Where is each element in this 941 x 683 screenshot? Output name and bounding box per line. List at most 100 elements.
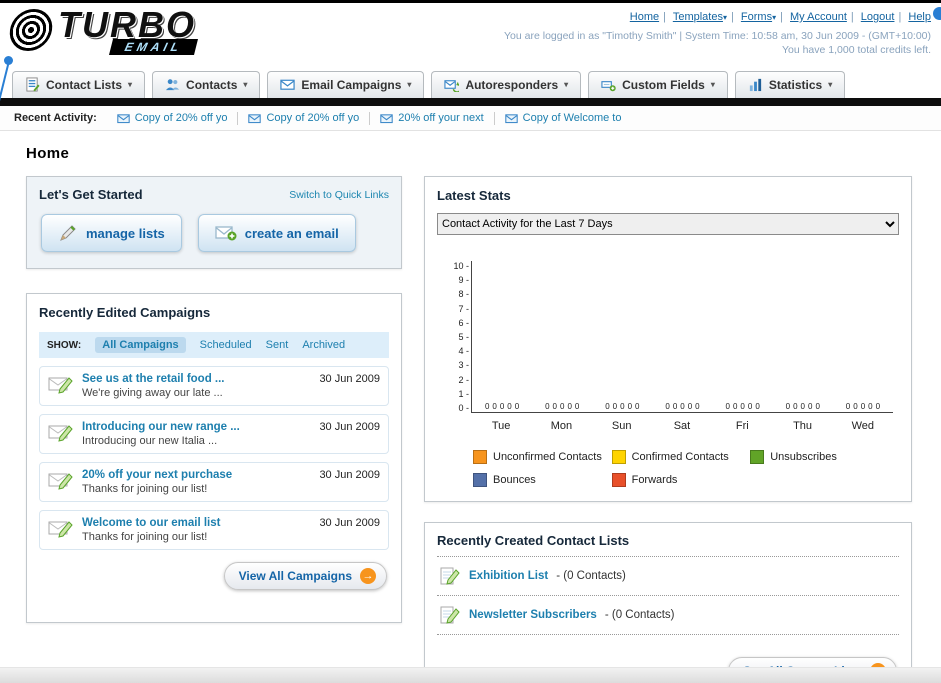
view-all-campaigns-button[interactable]: View All Campaigns → — [223, 562, 387, 590]
campaign-title[interactable]: Introducing our new range ... — [82, 421, 311, 433]
list-pencil-icon — [440, 606, 460, 624]
autoresponders-icon — [444, 77, 460, 92]
bar-value-label: 0 — [732, 402, 738, 411]
filter-tab-scheduled[interactable]: Scheduled — [200, 339, 252, 351]
chevron-down-icon: ▾ — [243, 80, 248, 89]
recent-activity-item[interactable]: Copy of 20% off yo — [107, 111, 239, 125]
tab-contact-lists[interactable]: Contact Lists ▾ — [12, 71, 146, 98]
bar-value-label: 0 — [740, 402, 745, 411]
chart-y-tick: 9 - — [458, 275, 469, 286]
filter-tab-sent[interactable]: Sent — [266, 339, 289, 351]
contact-list-item[interactable]: Newsletter Subscribers - (0 Contacts) — [437, 596, 899, 635]
legend-label: Unconfirmed Contacts — [493, 451, 602, 463]
tab-statistics[interactable]: Statistics ▾ — [734, 71, 846, 98]
nav-link-logout[interactable]: Logout — [861, 11, 895, 23]
legend-item: Forwards — [611, 473, 751, 487]
bar-group: 00000 — [773, 402, 833, 411]
campaign-date: 30 Jun 2009 — [319, 421, 380, 433]
envelope-pencil-icon — [48, 377, 73, 394]
chart-y-tick: 1 - — [458, 388, 469, 399]
logo-title: TURBO — [58, 4, 196, 45]
chevron-down-icon: ▾ — [722, 13, 727, 22]
bar-value-label: 0 — [574, 402, 580, 411]
campaign-title[interactable]: Welcome to our email list — [82, 517, 311, 529]
chart-y-tick: 6 - — [458, 317, 469, 328]
bar-value-label: 0 — [507, 402, 512, 411]
legend-swatch — [473, 473, 487, 487]
stats-range-select[interactable]: Contact Activity for the Last 7 Days — [437, 213, 899, 235]
nav-link-forms[interactable]: Forms — [741, 11, 772, 23]
campaign-row[interactable]: Welcome to our email list Thanks for joi… — [39, 510, 389, 550]
chart-plot-groups: 00000000000000000000000000000000000 — [472, 402, 893, 411]
bar-value-label: 0 — [845, 402, 851, 411]
footer-strip — [0, 667, 941, 683]
recently-created-contact-lists-panel: Recently Created Contact Lists Exhibitio… — [424, 522, 912, 683]
latest-stats-panel: Latest Stats Contact Activity for the La… — [424, 176, 912, 502]
create-email-button[interactable]: create an email — [197, 214, 356, 252]
nav-link-help[interactable]: Help — [908, 11, 931, 23]
corner-decoration-dot — [933, 7, 941, 20]
campaign-row[interactable]: Introducing our new range ... Introducin… — [39, 414, 389, 454]
envelope-icon — [117, 113, 130, 123]
campaign-title[interactable]: See us at the retail food ... — [82, 373, 311, 385]
nav-link-home[interactable]: Home — [630, 11, 659, 23]
recent-activity-label: Recent Activity: — [14, 112, 97, 124]
chart-y-tick: 5 - — [458, 331, 469, 342]
bar-value-label: 0 — [785, 402, 791, 411]
recent-activity-item[interactable]: 20% off your next — [370, 111, 495, 125]
filter-tab-all-campaigns[interactable]: All Campaigns — [95, 337, 186, 353]
contact-lists-title: Recently Created Contact Lists — [437, 533, 899, 557]
bar-value-label: 0 — [499, 402, 505, 411]
bar-value-label: 0 — [815, 402, 820, 411]
bar-value-label: 0 — [680, 402, 685, 411]
tab-email-campaigns[interactable]: Email Campaigns ▾ — [267, 71, 425, 98]
tab-custom-fields[interactable]: Custom Fields ▾ — [588, 71, 728, 98]
recent-activity-item[interactable]: Copy of Welcome to — [495, 112, 632, 125]
chart-x-tick-label: Sun — [611, 420, 632, 432]
chart-y-tick: 2 - — [458, 374, 469, 385]
nav-link-my-account[interactable]: My Account — [790, 11, 847, 23]
filter-tab-archived[interactable]: Archived — [302, 339, 345, 351]
legend-item: Unconfirmed Contacts — [473, 450, 612, 464]
chevron-down-icon: ▾ — [772, 13, 777, 22]
campaign-subtitle: We're giving away our late ... — [82, 387, 223, 399]
chevron-down-icon: ▾ — [128, 80, 133, 89]
chart-x-tick-label: Wed — [851, 420, 875, 432]
manage-lists-button[interactable]: manage lists — [41, 214, 182, 252]
bar-value-label: 0 — [672, 402, 678, 411]
nav-separator: | — [898, 11, 902, 23]
nav-separator: | — [730, 11, 734, 23]
tab-label: Statistics — [768, 77, 823, 92]
contact-list-item[interactable]: Exhibition List - (0 Contacts) — [437, 557, 899, 596]
tab-contacts[interactable]: Contacts ▾ — [152, 71, 261, 98]
contact-list-name[interactable]: Exhibition List — [469, 570, 548, 582]
chevron-down-icon: ▾ — [710, 80, 715, 89]
bar-value-label: 0 — [793, 402, 798, 411]
tab-autoresponders[interactable]: Autoresponders ▾ — [431, 71, 582, 98]
legend-label: Unsubscribes — [770, 451, 837, 463]
campaign-subtitle: Introducing our new Italia ... — [82, 435, 218, 447]
campaign-date: 30 Jun 2009 — [319, 469, 380, 481]
switch-quick-links-link[interactable]: Switch to Quick Links — [289, 189, 389, 201]
credits-info: You have 1,000 total credits left. — [781, 44, 931, 56]
tab-label: Custom Fields — [622, 77, 705, 92]
legend-label: Forwards — [631, 474, 678, 486]
campaign-row[interactable]: See us at the retail food ... We're givi… — [39, 366, 389, 406]
bar-value-label: 0 — [747, 402, 753, 411]
contact-list-name[interactable]: Newsletter Subscribers — [469, 609, 597, 621]
envelope-icon — [504, 113, 518, 123]
campaign-row[interactable]: 20% off your next purchase Thanks for jo… — [39, 462, 389, 502]
envelope-icon — [380, 113, 393, 123]
bar-group: 00000 — [652, 402, 712, 411]
bar-value-label: 0 — [620, 402, 625, 411]
legend-swatch — [611, 473, 626, 487]
recent-activity-item[interactable]: Copy of 20% off yo — [238, 111, 371, 125]
campaign-title[interactable]: 20% off your next purchase — [82, 469, 311, 481]
arrow-right-icon: → — [360, 568, 376, 584]
pencil-icon — [60, 225, 76, 241]
chart-y-tick: 3 - — [458, 360, 469, 371]
nav-link-templates[interactable]: Templates — [673, 11, 723, 23]
bar-value-label: 0 — [627, 402, 633, 411]
contact-list-count: - (0 Contacts) — [604, 609, 675, 621]
chart-plot-area: 00000000000000000000000000000000000 — [471, 261, 893, 413]
